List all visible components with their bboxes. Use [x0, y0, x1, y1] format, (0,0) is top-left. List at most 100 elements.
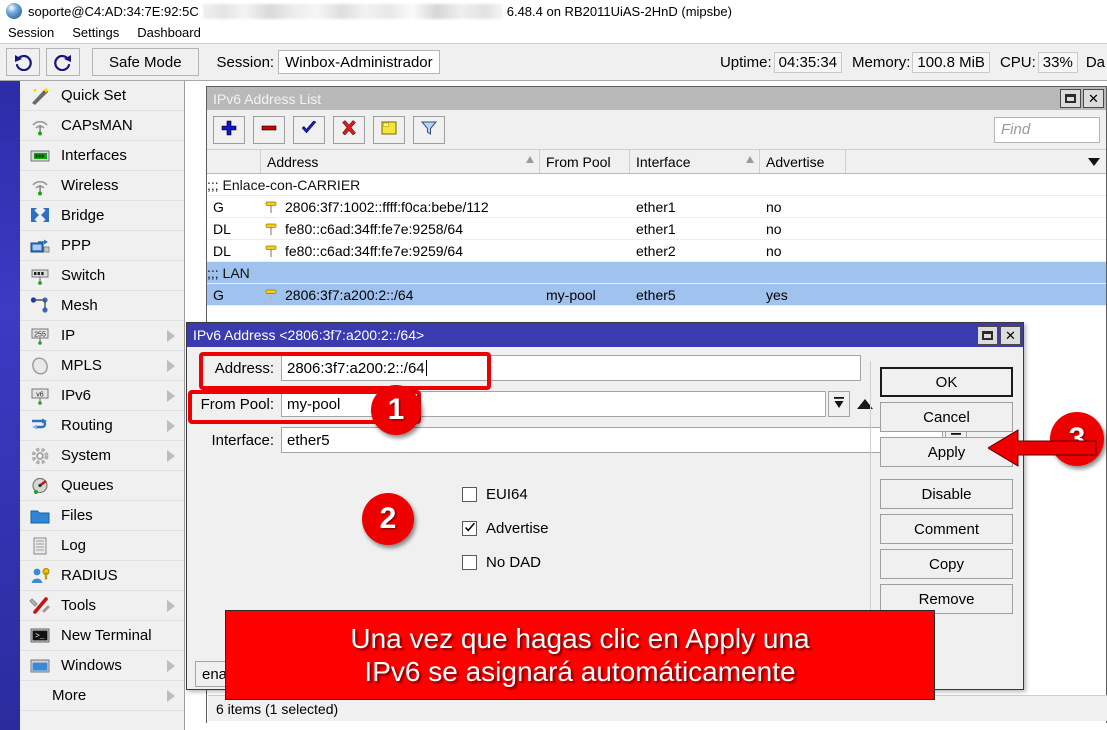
column-header-from-pool[interactable]: From Pool — [540, 150, 630, 173]
table-comment-row[interactable]: ;;; LAN — [207, 262, 1106, 284]
nic-card-icon — [28, 145, 52, 167]
sidebar-item-label: MPLS — [61, 357, 167, 374]
sidebar-item-radius[interactable]: RADIUS — [20, 561, 184, 591]
cell-interface: ether1 — [630, 218, 760, 239]
sidebar-item-mesh[interactable]: Mesh — [20, 291, 184, 321]
menu-session[interactable]: Session — [0, 25, 63, 40]
table-row[interactable]: DLfe80::c6ad:34ff:fe7e:9259/64ether2no — [207, 240, 1106, 262]
column-header-spacer — [846, 150, 1106, 173]
sidebar-item-interfaces[interactable]: Interfaces — [20, 141, 184, 171]
sidebar-item-ipv6[interactable]: v6IPv6 — [20, 381, 184, 411]
table-comment-row[interactable]: ;;; Enlace-con-CARRIER — [207, 174, 1106, 196]
disable-button[interactable]: Disable — [880, 479, 1013, 509]
find-input[interactable]: Find — [994, 117, 1100, 143]
undo-button[interactable] — [6, 48, 40, 76]
table-row[interactable]: G2806:3f7:1002::ffff:f0ca:bebe/112ether1… — [207, 196, 1106, 218]
main-toolbar: Safe Mode Session: Winbox-Administrador … — [0, 43, 1107, 81]
cell-spacer — [846, 240, 1106, 261]
from-pool-dropdown-button[interactable] — [828, 391, 850, 417]
date-label-truncated: Da — [1086, 54, 1105, 71]
sidebar-item-files[interactable]: Files — [20, 501, 184, 531]
sidebar-item-ppp[interactable]: PPP — [20, 231, 184, 261]
menu-settings[interactable]: Settings — [63, 25, 128, 40]
cell-address-text: 2806:3f7:1002::ffff:f0ca:bebe/112 — [285, 199, 489, 215]
column-header-interface[interactable]: Interface — [630, 150, 760, 173]
safe-mode-button[interactable]: Safe Mode — [92, 48, 199, 76]
address-input[interactable]: 2806:3f7:a200:2::/64 — [281, 355, 861, 381]
column-chooser-icon[interactable] — [1088, 158, 1100, 166]
antenna-icon — [28, 175, 52, 197]
list-close-button[interactable]: ✕ — [1083, 89, 1104, 108]
sidebar-item-label: Bridge — [61, 207, 184, 224]
sidebar-item-routing[interactable]: Routing — [20, 411, 184, 441]
sidebar-item-queues[interactable]: Queues — [20, 471, 184, 501]
menu-dashboard[interactable]: Dashboard — [128, 25, 210, 40]
from-pool-input[interactable]: my-pool — [281, 391, 826, 417]
table-row[interactable]: G2806:3f7:a200:2::/64my-poolether5yes — [207, 284, 1106, 306]
sidebar-item-wireless[interactable]: Wireless — [20, 171, 184, 201]
checkbox-label: No DAD — [486, 554, 541, 571]
sidebar-item-ip[interactable]: 255IP — [20, 321, 184, 351]
sidebar-item-new-terminal[interactable]: >_New Terminal — [20, 621, 184, 651]
address-pin-icon — [263, 199, 279, 215]
interface-input[interactable]: ether5 — [281, 427, 943, 453]
funnel-icon — [420, 119, 438, 140]
minus-icon — [260, 119, 278, 140]
cell-from-pool — [540, 218, 630, 239]
sidebar-item-mpls[interactable]: MPLS — [20, 351, 184, 381]
enable-button[interactable] — [293, 116, 325, 144]
cell-spacer — [846, 284, 1106, 305]
uptime-label: Uptime: — [720, 54, 772, 71]
cell-address-text: 2806:3f7:a200:2::/64 — [285, 287, 413, 303]
checkbox-box[interactable] — [462, 521, 477, 536]
session-input[interactable]: Winbox-Administrador — [278, 50, 440, 74]
column-header-flags[interactable] — [207, 150, 261, 173]
cell-flags: G — [207, 284, 261, 305]
interface-value: ether5 — [287, 432, 330, 449]
sidebar-item-windows[interactable]: Windows — [20, 651, 184, 681]
remove-button[interactable] — [253, 116, 285, 144]
checkbox-box[interactable] — [462, 487, 477, 502]
sidebar-item-quick-set[interactable]: Quick Set — [20, 81, 184, 111]
table-header-row: Address From Pool Interface Advertise — [207, 150, 1106, 174]
redo-button[interactable] — [46, 48, 80, 76]
mesh-icon — [28, 295, 52, 317]
list-window-title-bar: IPv6 Address List ✕ — [207, 87, 1106, 110]
disable-button[interactable] — [333, 116, 365, 144]
sidebar-item-more[interactable]: More — [20, 681, 184, 711]
ok-button[interactable]: OK — [880, 367, 1013, 397]
cell-flags: DL — [207, 240, 261, 261]
undo-icon — [13, 53, 33, 71]
sidebar-item-switch[interactable]: Switch — [20, 261, 184, 291]
restore-icon — [982, 331, 993, 340]
sidebar-item-label: Files — [61, 507, 184, 524]
column-header-advertise[interactable]: Advertise — [760, 150, 846, 173]
column-header-address[interactable]: Address — [261, 150, 540, 173]
chevron-down-icon — [832, 395, 846, 414]
cpu-label: CPU: — [1000, 54, 1036, 71]
dialog-restore-button[interactable] — [977, 326, 998, 345]
svg-text:>_: >_ — [35, 632, 45, 641]
checkbox-box[interactable] — [462, 555, 477, 570]
copy-button[interactable]: Copy — [880, 549, 1013, 579]
ppp-icon — [28, 235, 52, 257]
comment-button[interactable]: Comment — [880, 514, 1013, 544]
dialog-title: IPv6 Address <2806:3f7:a200:2::/64> — [193, 327, 977, 343]
filter-button[interactable] — [413, 116, 445, 144]
table-row[interactable]: DLfe80::c6ad:34ff:fe7e:9258/64ether1no — [207, 218, 1106, 240]
sidebar-item-log[interactable]: Log — [20, 531, 184, 561]
comment-button[interactable] — [373, 116, 405, 144]
list-restore-button[interactable] — [1060, 89, 1081, 108]
sidebar-item-capsman[interactable]: CAPsMAN — [20, 111, 184, 141]
sidebar-item-tools[interactable]: Tools — [20, 591, 184, 621]
list-toolbar: Find — [207, 110, 1106, 150]
svg-text:v6: v6 — [36, 391, 44, 398]
chevron-right-icon — [167, 660, 175, 672]
sidebar-item-system[interactable]: System — [20, 441, 184, 471]
list-window-title: IPv6 Address List — [213, 91, 1060, 107]
dialog-close-button[interactable]: ✕ — [1000, 326, 1021, 345]
add-button[interactable] — [213, 116, 245, 144]
ip-255-icon: 255 — [28, 325, 52, 347]
sort-indicator-icon — [526, 156, 534, 163]
sidebar-item-bridge[interactable]: Bridge — [20, 201, 184, 231]
